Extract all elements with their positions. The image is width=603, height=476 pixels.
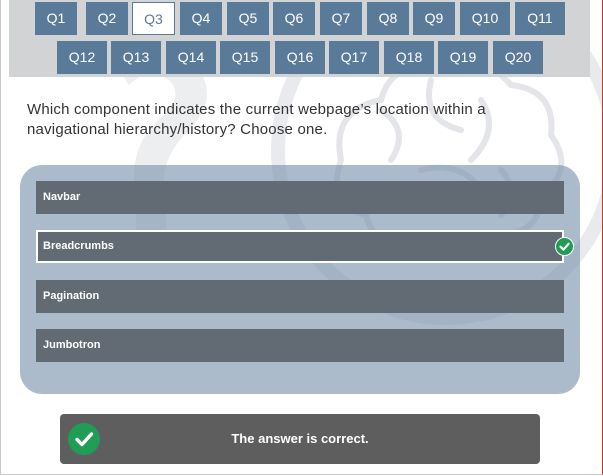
nav-q3-button[interactable]: Q3 xyxy=(132,2,175,35)
nav-q10-button[interactable]: Q10 xyxy=(460,2,510,35)
nav-q6-button[interactable]: Q6 xyxy=(273,2,315,35)
correct-check-icon xyxy=(555,237,574,256)
nav-q19-button[interactable]: Q19 xyxy=(438,41,488,74)
nav-q4-button[interactable]: Q4 xyxy=(180,2,222,35)
nav-q15-button[interactable]: Q15 xyxy=(220,41,270,74)
nav-q5-button[interactable]: Q5 xyxy=(227,2,269,35)
nav-q2-button[interactable]: Q2 xyxy=(86,2,128,35)
question-text: Which component indicates the current we… xyxy=(27,101,486,138)
quiz-frame: Q1 Q2 Q3 Q4 Q5 Q6 Q7 Q8 Q9 Q10 Q11 Q12 Q… xyxy=(0,0,603,475)
nav-q11-button[interactable]: Q11 xyxy=(515,2,565,35)
result-banner: The answer is correct. xyxy=(60,414,540,464)
nav-q13-button[interactable]: Q13 xyxy=(111,41,161,74)
nav-q20-button[interactable]: Q20 xyxy=(493,41,543,74)
nav-q8-button[interactable]: Q8 xyxy=(367,2,409,35)
nav-q17-button[interactable]: Q17 xyxy=(329,41,379,74)
nav-q16-button[interactable]: Q16 xyxy=(275,41,325,74)
nav-q12-button[interactable]: Q12 xyxy=(57,41,107,74)
answer-option-jumbotron[interactable]: Jumbotron xyxy=(36,329,564,362)
nav-q7-button[interactable]: Q7 xyxy=(320,2,362,35)
check-circle-icon xyxy=(68,423,100,455)
answer-option-navbar[interactable]: Navbar xyxy=(36,181,564,214)
answer-option-breadcrumbs[interactable]: Breadcrumbs xyxy=(36,230,564,263)
nav-q14-button[interactable]: Q14 xyxy=(166,41,216,74)
answer-option-pagination[interactable]: Pagination xyxy=(36,280,564,313)
nav-q18-button[interactable]: Q18 xyxy=(384,41,434,74)
nav-q9-button[interactable]: Q9 xyxy=(413,2,455,35)
nav-q1-button[interactable]: Q1 xyxy=(35,2,77,35)
result-message: The answer is correct. xyxy=(231,431,369,446)
